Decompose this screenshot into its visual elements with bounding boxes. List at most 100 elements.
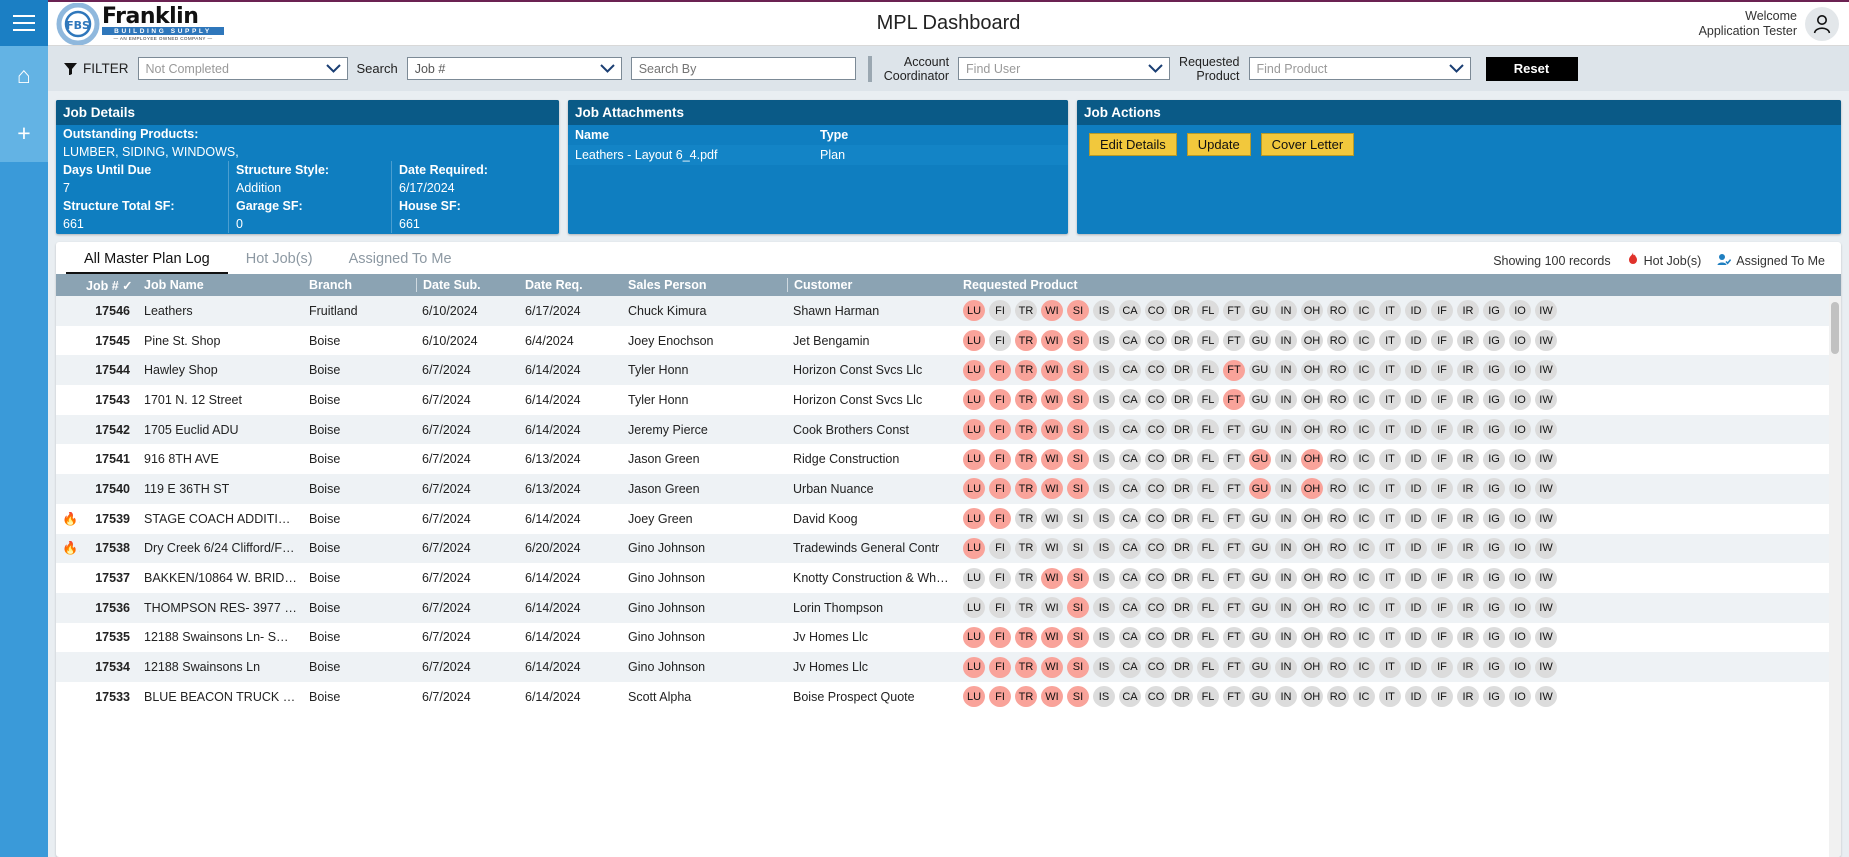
product-badge-ft[interactable]: FT	[1223, 508, 1245, 530]
product-badge-io[interactable]: IO	[1509, 567, 1531, 589]
product-badge-fi[interactable]: FI	[989, 419, 1011, 441]
product-badge-ic[interactable]: IC	[1353, 300, 1375, 322]
product-badge-if[interactable]: IF	[1431, 567, 1453, 589]
product-badge-in[interactable]: IN	[1275, 686, 1297, 708]
product-badge-ig[interactable]: IG	[1483, 389, 1505, 411]
update-button[interactable]: Update	[1186, 133, 1251, 156]
product-badge-tr[interactable]: TR	[1015, 508, 1037, 530]
product-badge-id[interactable]: ID	[1405, 419, 1427, 441]
product-badge-fl[interactable]: FL	[1197, 359, 1219, 381]
product-badge-in[interactable]: IN	[1275, 478, 1297, 500]
product-badge-ic[interactable]: IC	[1353, 686, 1375, 708]
product-badge-tr[interactable]: TR	[1015, 389, 1037, 411]
product-badge-it[interactable]: IT	[1379, 597, 1401, 619]
product-badge-ig[interactable]: IG	[1483, 300, 1505, 322]
product-badge-it[interactable]: IT	[1379, 567, 1401, 589]
product-badge-tr[interactable]: TR	[1015, 330, 1037, 352]
product-badge-if[interactable]: IF	[1431, 656, 1453, 678]
product-badge-wi[interactable]: WI	[1041, 448, 1063, 470]
product-badge-lu[interactable]: LU	[963, 448, 985, 470]
table-scrollbar[interactable]	[1829, 296, 1841, 857]
product-badge-tr[interactable]: TR	[1015, 419, 1037, 441]
product-badge-ft[interactable]: FT	[1223, 686, 1245, 708]
product-badge-fi[interactable]: FI	[989, 448, 1011, 470]
product-badge-io[interactable]: IO	[1509, 537, 1531, 559]
th-customer[interactable]: Customer	[787, 278, 957, 292]
product-badge-gu[interactable]: GU	[1249, 359, 1271, 381]
product-badge-oh[interactable]: OH	[1301, 330, 1323, 352]
product-badge-io[interactable]: IO	[1509, 419, 1531, 441]
product-badge-is[interactable]: IS	[1093, 626, 1115, 648]
product-badge-lu[interactable]: LU	[963, 330, 985, 352]
product-badge-ic[interactable]: IC	[1353, 419, 1375, 441]
product-badge-fl[interactable]: FL	[1197, 626, 1219, 648]
product-badge-ft[interactable]: FT	[1223, 626, 1245, 648]
product-badge-gu[interactable]: GU	[1249, 300, 1271, 322]
product-badge-iw[interactable]: IW	[1535, 656, 1557, 678]
product-badge-oh[interactable]: OH	[1301, 626, 1323, 648]
product-badge-io[interactable]: IO	[1509, 448, 1531, 470]
product-badge-ca[interactable]: CA	[1119, 567, 1141, 589]
product-badge-if[interactable]: IF	[1431, 537, 1453, 559]
product-badge-id[interactable]: ID	[1405, 686, 1427, 708]
product-badge-it[interactable]: IT	[1379, 508, 1401, 530]
product-badge-wi[interactable]: WI	[1041, 389, 1063, 411]
product-badge-iw[interactable]: IW	[1535, 300, 1557, 322]
product-badge-dr[interactable]: DR	[1171, 419, 1193, 441]
product-badge-in[interactable]: IN	[1275, 567, 1297, 589]
product-badge-fi[interactable]: FI	[989, 359, 1011, 381]
product-badge-ro[interactable]: RO	[1327, 330, 1349, 352]
product-badge-ig[interactable]: IG	[1483, 478, 1505, 500]
product-badge-dr[interactable]: DR	[1171, 656, 1193, 678]
th-date-req[interactable]: Date Req.	[519, 278, 622, 292]
product-badge-fi[interactable]: FI	[989, 626, 1011, 648]
product-badge-co[interactable]: CO	[1145, 478, 1167, 500]
product-badge-is[interactable]: IS	[1093, 537, 1115, 559]
product-badge-iw[interactable]: IW	[1535, 389, 1557, 411]
product-badge-is[interactable]: IS	[1093, 330, 1115, 352]
product-badge-in[interactable]: IN	[1275, 448, 1297, 470]
product-badge-oh[interactable]: OH	[1301, 567, 1323, 589]
product-badge-lu[interactable]: LU	[963, 359, 985, 381]
product-badge-if[interactable]: IF	[1431, 330, 1453, 352]
product-badge-fi[interactable]: FI	[989, 478, 1011, 500]
product-badge-ft[interactable]: FT	[1223, 478, 1245, 500]
rail-item-add[interactable]: +	[0, 104, 48, 162]
product-badge-co[interactable]: CO	[1145, 419, 1167, 441]
product-badge-it[interactable]: IT	[1379, 419, 1401, 441]
product-badge-oh[interactable]: OH	[1301, 508, 1323, 530]
product-badge-wi[interactable]: WI	[1041, 626, 1063, 648]
product-badge-tr[interactable]: TR	[1015, 656, 1037, 678]
product-badge-ca[interactable]: CA	[1119, 419, 1141, 441]
product-badge-ro[interactable]: RO	[1327, 478, 1349, 500]
product-badge-io[interactable]: IO	[1509, 656, 1531, 678]
product-badge-ir[interactable]: IR	[1457, 448, 1479, 470]
product-badge-oh[interactable]: OH	[1301, 389, 1323, 411]
product-badge-fl[interactable]: FL	[1197, 448, 1219, 470]
product-badge-tr[interactable]: TR	[1015, 300, 1037, 322]
th-job-number[interactable]: Job # ✓	[80, 278, 138, 293]
product-badge-fl[interactable]: FL	[1197, 508, 1219, 530]
product-badge-in[interactable]: IN	[1275, 508, 1297, 530]
product-badge-lu[interactable]: LU	[963, 626, 985, 648]
product-badge-it[interactable]: IT	[1379, 478, 1401, 500]
product-badge-in[interactable]: IN	[1275, 656, 1297, 678]
product-badge-fi[interactable]: FI	[989, 330, 1011, 352]
product-badge-si[interactable]: SI	[1067, 686, 1089, 708]
product-badge-lu[interactable]: LU	[963, 508, 985, 530]
product-badge-ir[interactable]: IR	[1457, 537, 1479, 559]
product-badge-gu[interactable]: GU	[1249, 686, 1271, 708]
product-badge-io[interactable]: IO	[1509, 389, 1531, 411]
product-badge-ft[interactable]: FT	[1223, 567, 1245, 589]
product-badge-it[interactable]: IT	[1379, 686, 1401, 708]
product-badge-is[interactable]: IS	[1093, 300, 1115, 322]
table-row[interactable]: 17536 THOMPSON RES- 3977 ST... Boise 6/7/20…	[56, 592, 1841, 623]
cover-letter-button[interactable]: Cover Letter	[1260, 133, 1355, 156]
product-badge-ro[interactable]: RO	[1327, 448, 1349, 470]
table-row[interactable]: 17535 12188 Swainsons Ln- SHOP Boise 6/7/20…	[56, 623, 1841, 653]
product-badge-ft[interactable]: FT	[1223, 419, 1245, 441]
product-badge-co[interactable]: CO	[1145, 686, 1167, 708]
table-row[interactable]: 17533 BLUE BEACON TRUCK WA... Boise 6/7/202…	[56, 682, 1841, 712]
product-badge-oh[interactable]: OH	[1301, 537, 1323, 559]
product-badge-ca[interactable]: CA	[1119, 656, 1141, 678]
